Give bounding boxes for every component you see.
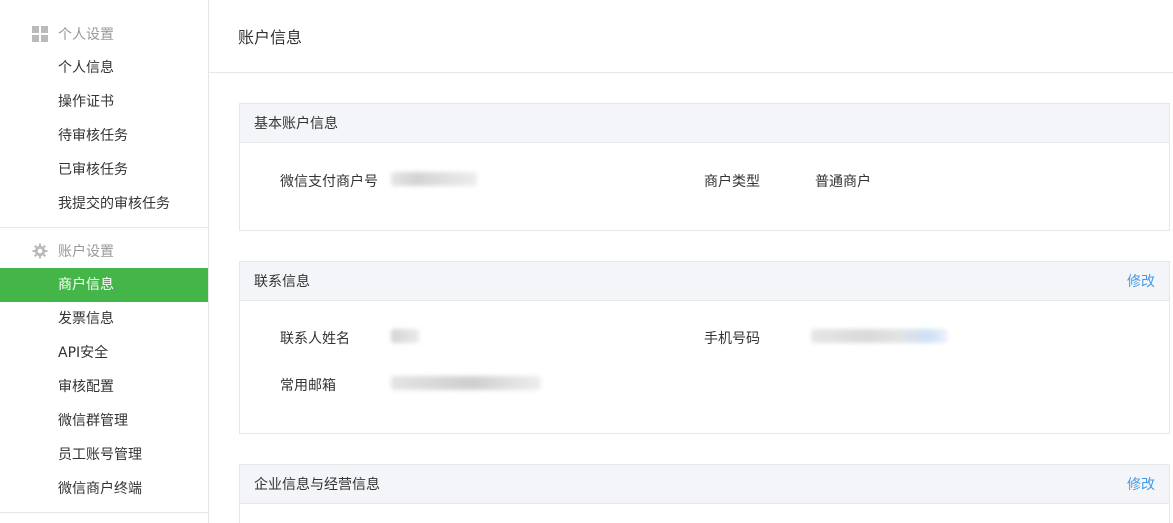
- main-content: 账户信息 基本账户信息 微信支付商户号 商户类型 普通商户 联系信息 修改 联系…: [209, 0, 1173, 523]
- page-header: 账户信息: [209, 0, 1173, 73]
- sidebar-item-pending-review[interactable]: 待审核任务: [0, 119, 208, 153]
- sidebar-item-operation-certificate[interactable]: 操作证书: [0, 85, 208, 119]
- merchant-id-value-redacted: [391, 172, 477, 186]
- sidebar-item-invoice-info[interactable]: 发票信息: [0, 302, 208, 336]
- edit-enterprise-button[interactable]: 修改: [1127, 474, 1155, 494]
- merchant-type-label: 商户类型: [704, 174, 760, 190]
- sidebar-group-account-settings: 账户设置: [0, 234, 208, 268]
- contact-info-panel: 联系信息 修改 联系人姓名 手机号码 常用邮箱: [239, 261, 1170, 434]
- sidebar-divider: [0, 512, 208, 513]
- panel-title: 企业信息与经营信息: [254, 477, 380, 493]
- sidebar-item-wechat-group-mgmt[interactable]: 微信群管理: [0, 404, 208, 438]
- panel-header: 联系信息 修改: [240, 262, 1169, 301]
- sidebar-item-merchant-info[interactable]: 商户信息: [0, 268, 208, 302]
- edit-contact-button[interactable]: 修改: [1127, 271, 1155, 291]
- sidebar-item-personal-info[interactable]: 个人信息: [0, 51, 208, 85]
- gear-icon: [32, 243, 48, 259]
- sidebar: 个人设置 个人信息 操作证书 待审核任务 已审核任务 我提交的审核任务 账户设置…: [0, 0, 209, 523]
- panel-title: 联系信息: [254, 274, 310, 290]
- merchant-type-value: 普通商户: [815, 174, 871, 190]
- merchant-id-label: 微信支付商户号: [280, 174, 378, 190]
- sidebar-item-staff-account-mgmt[interactable]: 员工账号管理: [0, 438, 208, 472]
- sidebar-item-review-config[interactable]: 审核配置: [0, 370, 208, 404]
- email-label: 常用邮箱: [280, 378, 336, 394]
- phone-value-redacted: [811, 329, 947, 343]
- panel-header: 基本账户信息: [240, 104, 1169, 143]
- email-value-redacted: [391, 376, 541, 390]
- sidebar-item-api-security[interactable]: API安全: [0, 336, 208, 370]
- sidebar-item-reviewed-tasks[interactable]: 已审核任务: [0, 153, 208, 187]
- panel-header: 企业信息与经营信息 修改: [240, 465, 1169, 504]
- sidebar-top-spacer: [0, 0, 208, 17]
- contact-name-label: 联系人姓名: [280, 331, 350, 347]
- phone-label: 手机号码: [704, 331, 760, 347]
- grid-icon: [32, 26, 48, 42]
- contact-name-value-redacted: [391, 329, 419, 343]
- sidebar-group-label: 账户设置: [58, 244, 114, 260]
- panel-title: 基本账户信息: [254, 116, 338, 132]
- enterprise-info-panel: 企业信息与经营信息 修改: [239, 464, 1170, 523]
- sidebar-item-merchant-terminal[interactable]: 微信商户终端: [0, 472, 208, 506]
- sidebar-group-personal-settings: 个人设置: [0, 17, 208, 51]
- sidebar-item-my-submitted-tasks[interactable]: 我提交的审核任务: [0, 187, 208, 221]
- page-title: 账户信息: [238, 28, 303, 47]
- basic-account-panel: 基本账户信息 微信支付商户号 商户类型 普通商户: [239, 103, 1170, 231]
- sidebar-group-label: 个人设置: [58, 27, 114, 43]
